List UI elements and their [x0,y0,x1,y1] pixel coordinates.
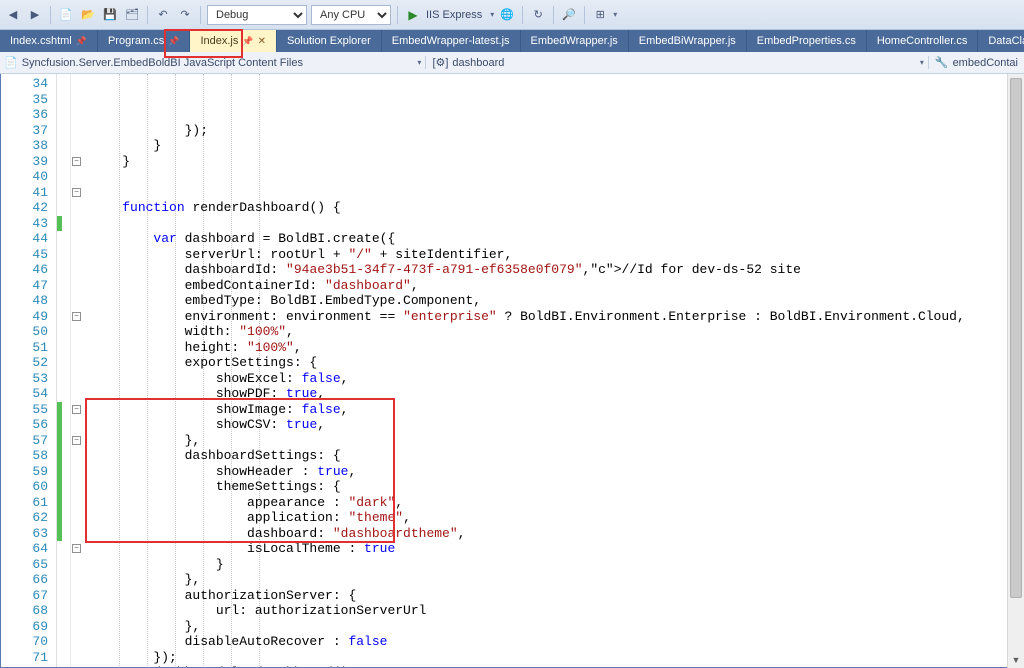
vertical-scrollbar[interactable]: ▲ ▼ [1007,74,1024,668]
nav-right-dropdown[interactable]: 🔧 embedContai [928,56,1024,69]
nav-back-icon[interactable]: ◀ [4,6,22,24]
tab-label: Index.cshtml [10,35,72,47]
tab-embedproperties[interactable]: EmbedProperties.cs [747,30,867,52]
undo-icon[interactable]: ↶ [154,6,172,24]
fold-toggle[interactable]: − [72,436,81,445]
member-icon: [⚙] [432,56,448,69]
tab-program-cs[interactable]: Program.cs 📌 [98,30,190,52]
line-number-gutter: 3435363738394041424344454647484950515253… [1,74,57,668]
chevron-down-icon[interactable]: ▾ [916,58,928,67]
fold-toggle[interactable]: − [72,405,81,414]
main-toolbar: ◀ ▶ 📄 📂 💾 🗂 ↶ ↷ Debug Any CPU ▶ IIS Expr… [0,0,1024,30]
document-tabs: Index.cshtml 📌 Program.cs 📌 Index.js 📌 ✕ Sol… [0,30,1024,52]
nav-scope-dropdown[interactable]: 📄 Syncfusion.Server.EmbedBoldBI JavaScri… [0,56,413,69]
tab-index-js[interactable]: Index.js 📌 ✕ [190,30,277,52]
tab-label: HomeController.cs [877,35,967,47]
nav-scope-label: Syncfusion.Server.EmbedBoldBI JavaScript… [22,57,303,69]
tab-homecontroller[interactable]: HomeController.cs [867,30,978,52]
navigation-bar: 📄 Syncfusion.Server.EmbedBoldBI JavaScri… [0,52,1024,74]
tab-dataclass[interactable]: DataClass.cs [978,30,1024,52]
wrench-icon: 🔧 [935,56,949,69]
redo-icon[interactable]: ↷ [176,6,194,24]
tab-label: Program.cs [108,35,164,47]
fold-toggle[interactable]: − [72,157,81,166]
tab-index-cshtml[interactable]: Index.cshtml 📌 [0,30,98,52]
fold-column: − − − − − − [71,74,85,668]
browser-icon[interactable]: 🌐 [498,6,516,24]
platform-dropdown[interactable]: Any CPU [311,5,391,25]
fold-toggle[interactable]: − [72,312,81,321]
tab-solution-explorer[interactable]: Solution Explorer [277,30,382,52]
tab-label: EmbedProperties.cs [757,35,856,47]
ext-dropdown-icon[interactable]: ▾ [613,10,617,19]
nav-member-dropdown[interactable]: [⚙] dashboard [425,56,510,69]
js-file-icon: 📄 [4,56,18,69]
pin-icon[interactable]: 📌 [242,36,253,47]
new-file-icon[interactable]: 📄 [57,6,75,24]
save-icon[interactable]: 💾 [101,6,119,24]
scroll-thumb[interactable] [1010,78,1022,598]
code-area[interactable]: }); } } function renderDashboard() { var… [85,74,1023,668]
close-icon[interactable]: ✕ [258,36,266,47]
nav-member-label: dashboard [452,57,504,69]
tab-embedwrapper-latest[interactable]: EmbedWrapper-latest.js [382,30,521,52]
refresh-icon[interactable]: ↻ [529,6,547,24]
tab-embedwrapper[interactable]: EmbedWrapper.js [521,30,629,52]
tab-label: EmbedBiWrapper.js [639,35,736,47]
find-icon[interactable]: 🔎 [560,6,578,24]
build-config-dropdown[interactable]: Debug [207,5,307,25]
tab-embedbiwrapper[interactable]: EmbedBiWrapper.js [629,30,747,52]
change-margin [57,74,71,668]
tab-label: DataClass.cs [988,35,1024,47]
run-label[interactable]: IIS Express [426,9,486,21]
tab-label: Solution Explorer [287,35,371,47]
open-file-icon[interactable]: 📂 [79,6,97,24]
code-editor[interactable]: 3435363738394041424344454647484950515253… [0,74,1024,668]
nav-fwd-icon[interactable]: ▶ [26,6,44,24]
pin-icon[interactable]: 📌 [168,36,179,47]
fold-toggle[interactable]: − [72,544,81,553]
pin-icon[interactable]: 📌 [76,36,87,47]
chevron-down-icon[interactable]: ▾ [413,58,425,67]
nav-right-label: embedContai [953,57,1018,69]
run-dropdown-icon[interactable]: ▾ [490,10,494,19]
tab-label: Index.js [200,35,238,47]
tab-label: EmbedWrapper-latest.js [392,35,510,47]
save-all-icon[interactable]: 🗂 [123,6,141,24]
extensions-icon[interactable]: ⊞ [591,6,609,24]
run-icon[interactable]: ▶ [404,6,422,24]
scroll-down-icon[interactable]: ▼ [1008,652,1024,668]
fold-toggle[interactable]: − [72,188,81,197]
tab-label: EmbedWrapper.js [531,35,618,47]
